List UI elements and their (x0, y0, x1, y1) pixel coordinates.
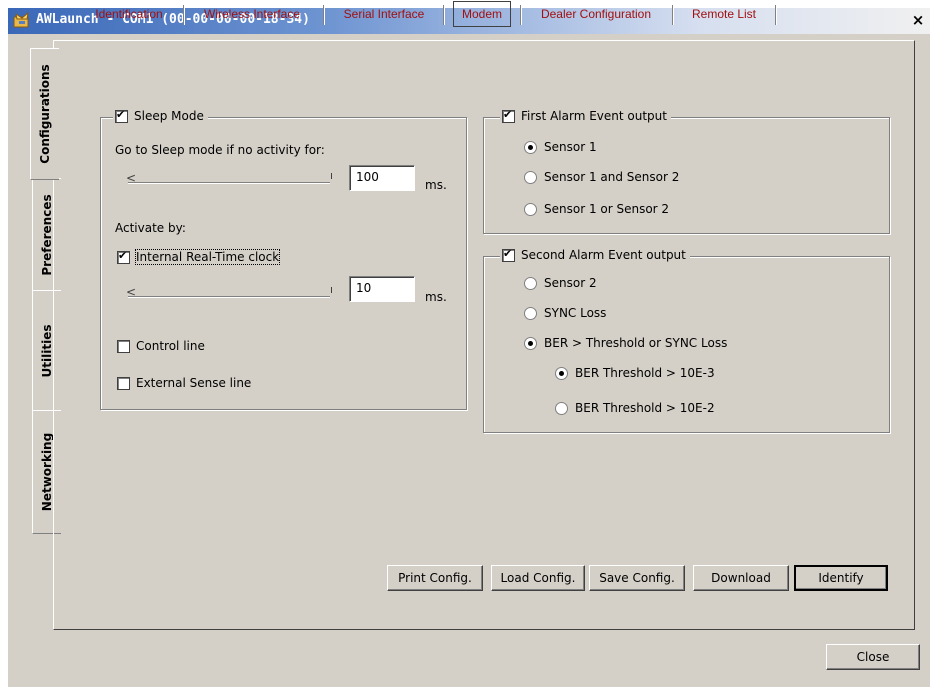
second-alarm-label: Second Alarm Event output (521, 248, 686, 262)
rtc-ms-input[interactable]: 10 (349, 276, 415, 302)
external-sense-checkbox[interactable] (117, 376, 130, 390)
close-window-icon[interactable]: × (910, 11, 926, 29)
side-tab-label: Preferences (40, 194, 54, 276)
first-alarm-label: First Alarm Event output (521, 109, 667, 123)
rtc-label: Internal Real-Time clock (134, 249, 281, 265)
side-tab-configurations[interactable]: Configurations (30, 48, 59, 180)
tab-separator (520, 5, 522, 25)
option-label: Sensor 1 (544, 140, 597, 154)
rtc-checkbox[interactable] (117, 249, 130, 264)
first-alarm-option[interactable]: Sensor 1 or Sensor 2 (524, 202, 669, 216)
first-alarm-option[interactable]: Sensor 1 and Sensor 2 (524, 170, 679, 184)
external-sense-label: External Sense line (136, 376, 252, 390)
ber-threshold-option[interactable]: BER Threshold > 10E-3 (555, 366, 715, 380)
download-button[interactable]: Download (693, 565, 789, 591)
activate-by-label: Activate by: (115, 221, 186, 235)
sleep-mode-label: Sleep Mode (134, 109, 204, 123)
radio-button[interactable] (524, 306, 537, 320)
tab-separator (672, 5, 674, 25)
option-label: Sensor 1 and Sensor 2 (544, 170, 680, 184)
tab-separator (323, 5, 325, 25)
tab-identification[interactable]: Identification (86, 0, 172, 28)
ber-threshold-option[interactable]: BER Threshold > 10E-2 (555, 401, 715, 415)
radio-button[interactable] (524, 140, 537, 154)
first-alarm-legend[interactable]: First Alarm Event output (500, 108, 671, 123)
inactivity-unit: ms. (425, 178, 447, 192)
tab-dealer-configuration[interactable]: Dealer Configuration (530, 0, 662, 28)
print-config-button[interactable]: Print Config. (387, 565, 483, 591)
option-label: BER Threshold > 10E-3 (575, 366, 715, 380)
second-alarm-option[interactable]: Sensor 2 (524, 276, 597, 290)
first-alarm-checkbox[interactable] (502, 108, 515, 123)
radio-button[interactable] (555, 401, 568, 415)
tab-separator (443, 5, 445, 25)
control-line-label: Control line (136, 339, 205, 353)
radio-button[interactable] (524, 336, 537, 350)
identify-button[interactable]: Identify (794, 565, 888, 591)
external-sense-option[interactable]: External Sense line (117, 376, 251, 390)
tab-modem[interactable]: Modem (453, 1, 511, 27)
rtc-option[interactable]: Internal Real-Time clock (117, 249, 281, 265)
second-alarm-legend[interactable]: Second Alarm Event output (500, 247, 690, 262)
tab-separator (183, 5, 185, 25)
radio-button[interactable] (524, 170, 537, 184)
slider-thumb-icon[interactable]: < (126, 171, 136, 185)
sleep-mode-checkbox[interactable] (115, 108, 128, 123)
inactivity-label: Go to Sleep mode if no activity for: (115, 143, 325, 157)
inactivity-ms-input[interactable]: 100 (349, 165, 415, 191)
sleep-mode-legend[interactable]: Sleep Mode (113, 108, 208, 123)
option-label: BER Threshold > 10E-2 (575, 401, 715, 415)
control-line-checkbox[interactable] (117, 339, 130, 353)
second-alarm-option[interactable]: SYNC Loss (524, 306, 606, 320)
option-label: Sensor 1 or Sensor 2 (544, 202, 670, 216)
option-label: SYNC Loss (544, 306, 607, 320)
control-line-option[interactable]: Control line (117, 339, 205, 353)
inactivity-slider[interactable]: < (126, 169, 332, 189)
rtc-unit: ms. (425, 290, 447, 304)
app-icon (13, 12, 29, 28)
side-tab-label: Utilities (40, 324, 54, 378)
first-alarm-option[interactable]: Sensor 1 (524, 140, 597, 154)
save-config-button[interactable]: Save Config. (589, 565, 685, 591)
close-button[interactable]: Close (826, 644, 920, 670)
radio-button[interactable] (555, 366, 568, 380)
tab-separator (775, 5, 777, 25)
side-tab-label: Networking (40, 432, 54, 512)
rtc-slider[interactable]: < (126, 283, 332, 303)
side-tab-label: Configurations (38, 64, 52, 164)
slider-thumb-icon[interactable]: < (126, 285, 136, 299)
load-config-button[interactable]: Load Config. (491, 565, 585, 591)
second-alarm-checkbox[interactable] (502, 247, 515, 262)
radio-button[interactable] (524, 276, 537, 290)
tab-serial-interface[interactable]: Serial Interface (334, 0, 434, 28)
option-label: BER > Threshold or SYNC Loss (544, 336, 728, 350)
radio-button[interactable] (524, 202, 537, 216)
option-label: Sensor 2 (544, 276, 597, 290)
second-alarm-option[interactable]: BER > Threshold or SYNC Loss (524, 336, 727, 350)
tab-remote-list[interactable]: Remote List (682, 0, 766, 28)
tab-wireless-interface[interactable]: Wireless Interface (194, 0, 310, 28)
